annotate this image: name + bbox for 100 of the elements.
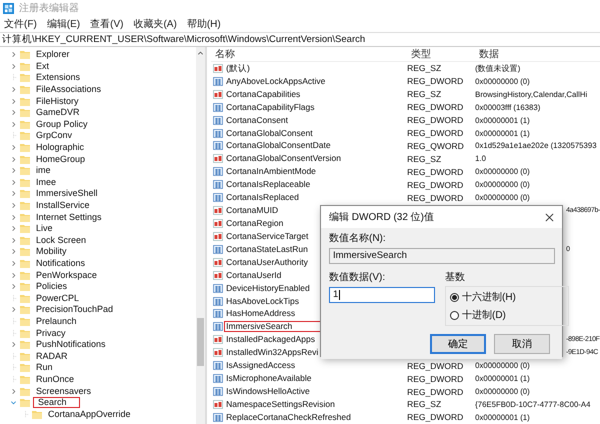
value-name[interactable]: ReplaceCortanaCheckRefreshed: [224, 412, 353, 423]
chevron-right-icon[interactable]: [10, 167, 17, 174]
chevron-right-icon[interactable]: [10, 260, 17, 267]
tree-item[interactable]: FileHistory: [33, 96, 82, 107]
value-name[interactable]: CortanaCapabilityFlags: [224, 102, 316, 113]
radio-button[interactable]: [450, 310, 459, 320]
menu-item[interactable]: 编辑(E): [44, 17, 84, 31]
value-name[interactable]: CortanaGlobalConsent: [224, 128, 315, 139]
chevron-right-icon[interactable]: [10, 388, 17, 395]
value-name[interactable]: CortanaConsent: [224, 114, 290, 126]
value-name[interactable]: IsAssignedAccess: [224, 360, 298, 372]
chevron-right-icon[interactable]: [10, 86, 17, 94]
scroll-thumb[interactable]: [197, 318, 204, 366]
tree-item[interactable]: GameDVR: [33, 107, 83, 118]
chevron-down-icon[interactable]: [10, 399, 17, 406]
tree-item[interactable]: Group Policy: [33, 118, 91, 130]
tree-item[interactable]: InstallService: [33, 200, 93, 212]
radio-label[interactable]: 十六进制(H): [462, 290, 516, 304]
column-header[interactable]: 数据: [475, 47, 500, 61]
chevron-right-icon[interactable]: [10, 62, 17, 70]
value-name[interactable]: CortanaUserId: [224, 270, 284, 281]
value-name-field[interactable]: ImmersiveSearch: [329, 248, 555, 264]
chevron-right-icon[interactable]: [10, 190, 17, 198]
tree-item[interactable]: Extensions: [33, 72, 84, 84]
value-name[interactable]: CortanaRegion: [224, 218, 286, 230]
value-name[interactable]: (默认): [224, 62, 252, 74]
scrollbar[interactable]: [196, 47, 206, 424]
value-name[interactable]: CortanaIsReplaceable: [224, 179, 312, 190]
tree-item[interactable]: Mobility: [33, 246, 70, 258]
chevron-right-icon[interactable]: [10, 120, 17, 128]
tree-item[interactable]: HomeGroup: [33, 154, 88, 165]
tree-item[interactable]: Holographic: [33, 142, 88, 154]
value-name[interactable]: InstalledWin32AppsRevi: [224, 347, 320, 358]
menu-item[interactable]: 查看(V): [87, 17, 126, 31]
value-data-field[interactable]: 1: [329, 287, 435, 303]
value-name[interactable]: CortanaGlobalConsentDate: [224, 140, 333, 152]
chevron-right-icon[interactable]: [10, 156, 17, 163]
chevron-right-icon[interactable]: [10, 202, 17, 210]
radio-label[interactable]: 十进制(D): [462, 308, 506, 322]
value-name[interactable]: IsMicrophoneAvailable: [224, 373, 314, 384]
chevron-right-icon[interactable]: [10, 341, 17, 348]
column-header[interactable]: 类型: [407, 47, 432, 61]
tree-item[interactable]: Internet Settings: [33, 212, 105, 223]
value-name[interactable]: CortanaGlobalConsentVersion: [224, 153, 343, 164]
value-name[interactable]: InstalledPackagedApps: [224, 334, 317, 346]
tree-item[interactable]: Policies: [33, 281, 70, 292]
tree-item[interactable]: Privacy: [33, 328, 69, 339]
tree-item[interactable]: Prelaunch: [33, 316, 80, 327]
tree-item[interactable]: ImmersiveShell: [33, 188, 101, 200]
tree-item[interactable]: GrpConv: [33, 130, 76, 142]
scroll-up-icon[interactable]: [197, 50, 204, 56]
chevron-right-icon[interactable]: [10, 144, 17, 152]
tree-item[interactable]: PrecisionTouchPad: [33, 304, 116, 316]
tree-item[interactable]: FileAssociations: [33, 84, 104, 96]
chevron-right-icon[interactable]: [10, 236, 17, 244]
chevron-right-icon[interactable]: [10, 283, 17, 290]
chevron-right-icon[interactable]: [10, 306, 17, 314]
cancel-button[interactable]: 取消: [494, 334, 550, 354]
value-name[interactable]: DeviceHistoryEnabled: [224, 282, 312, 294]
ok-button[interactable]: 确定: [430, 334, 486, 354]
tree-item[interactable]: PenWorkspace: [33, 270, 100, 281]
value-name[interactable]: IsWindowsHelloActive: [224, 386, 312, 397]
tree-item[interactable]: RADAR: [33, 350, 71, 362]
tree-item[interactable]: RunOnce: [33, 374, 78, 385]
chevron-right-icon[interactable]: [10, 272, 17, 279]
tree-item[interactable]: Notifications: [33, 258, 88, 269]
tree-item[interactable]: Ext: [33, 60, 52, 72]
value-name[interactable]: CortanaServiceTarget: [224, 230, 310, 242]
menu-item[interactable]: 收藏夹(A): [130, 17, 180, 31]
tree-item[interactable]: Live: [33, 223, 56, 234]
chevron-right-icon[interactable]: [10, 214, 17, 221]
tree-item[interactable]: PushNotifications: [33, 339, 109, 350]
chevron-right-icon[interactable]: [10, 248, 17, 256]
value-name[interactable]: HasHomeAddress: [224, 308, 298, 320]
chevron-right-icon[interactable]: [10, 225, 17, 232]
tree-item[interactable]: Explorer: [33, 49, 73, 60]
value-name[interactable]: CortanaCapabilities: [224, 88, 302, 100]
chevron-right-icon[interactable]: [10, 98, 17, 105]
chevron-right-icon[interactable]: [10, 51, 17, 58]
tree-item[interactable]: ime: [33, 165, 54, 176]
radio-button[interactable]: [450, 292, 459, 302]
value-name[interactable]: CortanaStateLastRun: [224, 244, 310, 255]
chevron-right-icon[interactable]: [10, 178, 17, 186]
menu-item[interactable]: 帮助(H): [184, 17, 224, 31]
menu-item[interactable]: 文件(F): [1, 17, 40, 31]
address-bar[interactable]: 计算机\HKEY_CURRENT_USER\Software\Microsoft\Windows\CurrentVersion\Search: [0, 32, 600, 47]
tree-item[interactable]: Lock Screen: [33, 234, 90, 246]
value-name[interactable]: CortanaMUID: [224, 205, 280, 216]
chevron-right-icon[interactable]: [10, 109, 17, 116]
close-icon[interactable]: [545, 212, 554, 222]
tree-item[interactable]: CortanaAppOverride: [45, 408, 134, 420]
value-name[interactable]: HasAboveLockTips: [224, 296, 302, 307]
column-header[interactable]: 名称: [211, 47, 236, 61]
value-name[interactable]: CortanaIsReplaced: [224, 192, 301, 204]
value-name[interactable]: CortanaInAmbientMode: [224, 166, 318, 178]
value-name[interactable]: NamespaceSettingsRevision: [224, 398, 337, 410]
value-name[interactable]: AnyAboveLockAppsActive: [224, 76, 328, 87]
tree-item[interactable]: Imee: [33, 176, 60, 188]
value-name[interactable]: CortanaUserAuthority: [224, 256, 310, 268]
tree-item[interactable]: Search: [33, 397, 80, 408]
